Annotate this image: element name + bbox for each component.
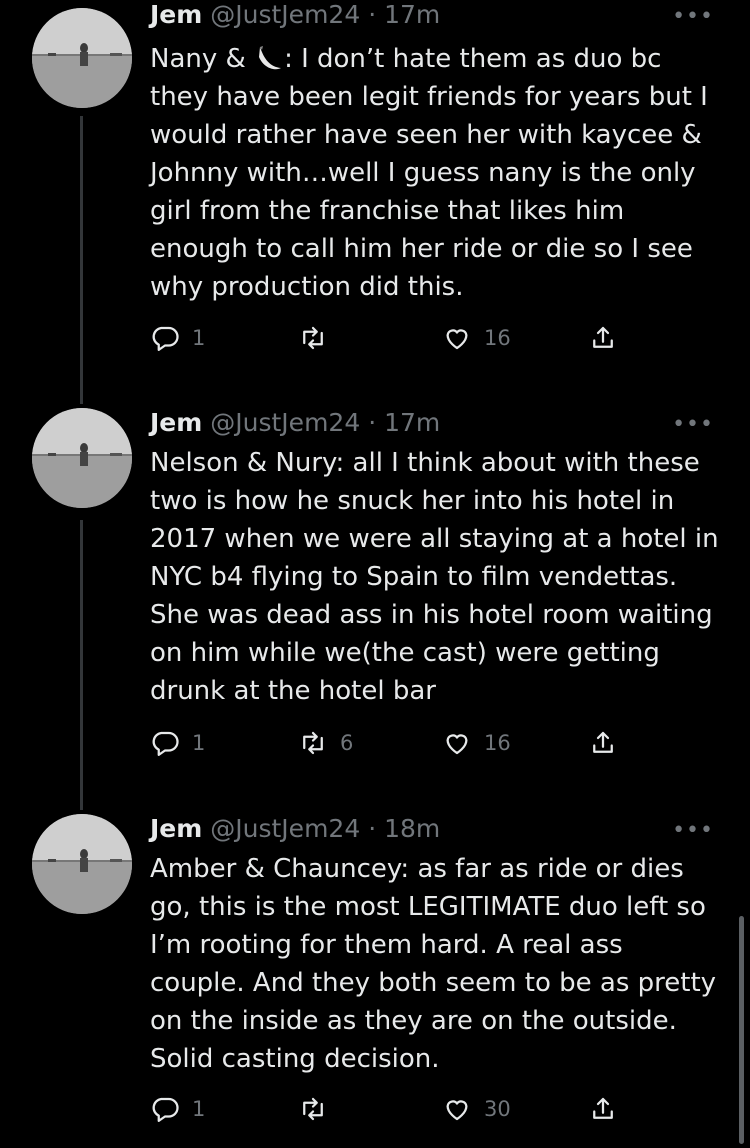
tweet-text: Nelson & Nury: all I think about with th… [150, 448, 719, 706]
heart-icon [446, 329, 468, 350]
reply-count: 1 [192, 1097, 206, 1121]
avatar-image [32, 814, 132, 914]
share-button[interactable] [588, 1094, 618, 1124]
retweet-button[interactable] [298, 1094, 340, 1124]
like-button[interactable]: 30 [442, 1094, 511, 1124]
tweet-header: Jem @JustJem24 · 17m [150, 406, 440, 440]
tweet-header: Jem @JustJem24 · 17m [150, 0, 440, 32]
heart-icon [446, 734, 468, 755]
author-handle[interactable]: @JustJem24 [210, 408, 360, 437]
author-name[interactable]: Jem [150, 814, 202, 843]
share-icon [593, 1097, 613, 1119]
like-count: 16 [484, 326, 511, 350]
tweet-text-start: Nany & [150, 44, 255, 74]
tweet-text: Amber & Chauncey: as far as ride or dies… [150, 854, 717, 1074]
author-handle[interactable]: @JustJem24 [210, 0, 360, 29]
tweet-header: Jem @JustJem24 · 18m [150, 812, 440, 846]
more-options-icon[interactable]: ••• [672, 412, 714, 437]
like-count: 16 [484, 731, 511, 755]
like-button[interactable]: 16 [442, 728, 511, 758]
more-options-icon[interactable]: ••• [672, 818, 714, 843]
retweet-icon [303, 731, 323, 755]
reply-count: 1 [192, 731, 206, 755]
reply-icon [152, 731, 179, 756]
tweet[interactable]: Jem @JustJem24 · 17m ••• Nany & : I don’… [0, 0, 750, 400]
reply-button[interactable]: 1 [150, 1094, 205, 1124]
retweet-button[interactable] [298, 323, 340, 353]
scrollbar[interactable] [739, 916, 744, 1144]
banana-icon [254, 43, 284, 73]
tweet-actions: 1 6 16 [150, 728, 630, 762]
tweet-actions: 1 30 [150, 1094, 630, 1128]
retweet-icon [303, 1097, 323, 1121]
author-name[interactable]: Jem [150, 408, 202, 437]
reply-icon [152, 326, 179, 351]
share-icon [593, 326, 613, 348]
timestamp[interactable]: 18m [384, 814, 440, 843]
retweet-count: 6 [340, 731, 354, 755]
tweet-text-rest: : I don’t hate them as duo bc they have … [150, 44, 708, 302]
more-options-icon[interactable]: ••• [672, 4, 714, 29]
avatar[interactable] [32, 408, 132, 508]
timestamp[interactable]: 17m [384, 408, 440, 437]
retweet-button[interactable]: 6 [298, 728, 353, 758]
tweet[interactable]: Jem @JustJem24 · 17m ••• Nelson & Nury: … [0, 406, 750, 806]
separator-dot: · [368, 814, 377, 843]
tweet[interactable]: Jem @JustJem24 · 18m ••• Amber & Chaunce… [0, 812, 750, 1148]
separator-dot: · [368, 0, 377, 29]
timestamp[interactable]: 17m [384, 0, 440, 29]
avatar[interactable] [32, 814, 132, 914]
retweet-icon [303, 326, 323, 350]
separator-dot: · [368, 408, 377, 437]
share-button[interactable] [588, 323, 618, 353]
share-button[interactable] [588, 728, 618, 758]
tweet-text: Nany & : I don’t hate them as duo bc the… [150, 40, 720, 306]
tweet-actions: 1 16 [150, 323, 630, 357]
reply-icon [152, 1097, 179, 1122]
heart-icon [446, 1100, 468, 1121]
avatar-image [32, 8, 132, 108]
reply-button[interactable]: 1 [150, 728, 205, 758]
share-icon [593, 731, 613, 753]
avatar-image [32, 408, 132, 508]
reply-count: 1 [192, 326, 206, 350]
avatar[interactable] [32, 8, 132, 108]
reply-button[interactable]: 1 [150, 323, 205, 353]
like-button[interactable]: 16 [442, 323, 511, 353]
author-name[interactable]: Jem [150, 0, 202, 29]
like-count: 30 [484, 1097, 511, 1121]
author-handle[interactable]: @JustJem24 [210, 814, 360, 843]
